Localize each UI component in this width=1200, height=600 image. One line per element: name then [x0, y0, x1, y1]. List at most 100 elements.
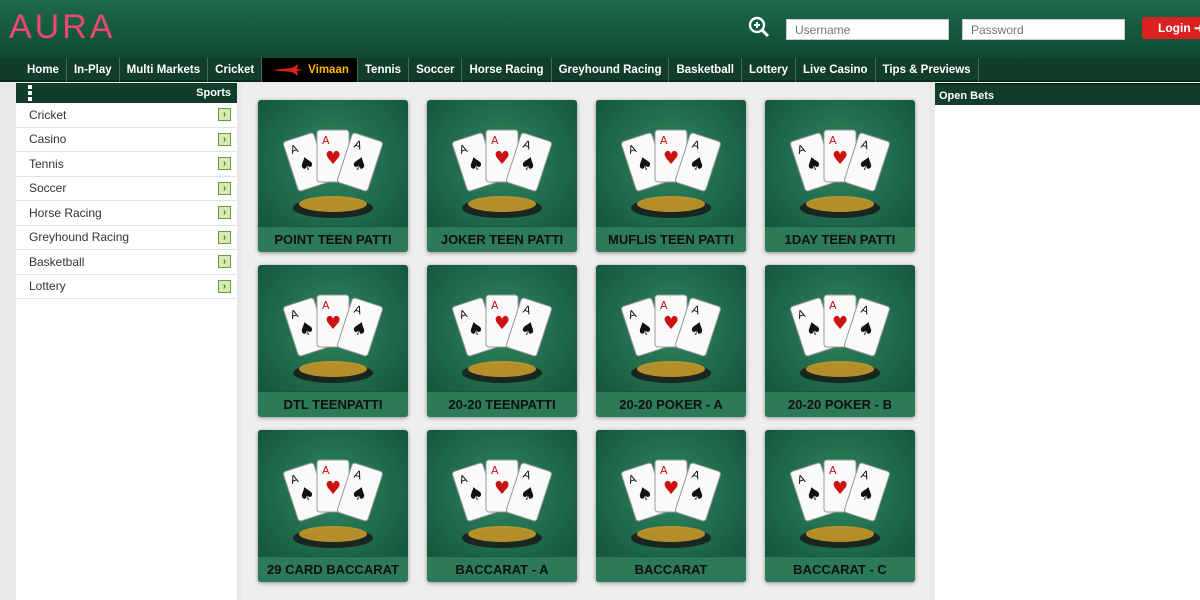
nav-in-play[interactable]: In-Play: [67, 58, 120, 82]
svg-text:♥: ♥: [832, 313, 848, 334]
chevron-right-icon: ›: [218, 279, 231, 293]
svg-text:♥: ♥: [832, 478, 848, 499]
nav-live-casino[interactable]: Live Casino: [796, 58, 876, 82]
chevron-right-icon: ›: [218, 181, 231, 195]
svg-text:A: A: [829, 299, 837, 312]
sidebar-item-cricket[interactable]: Cricket ›: [16, 103, 237, 128]
nav-vimaan[interactable]: Vimaan: [262, 58, 358, 82]
sidebar-header: Sports: [16, 83, 237, 103]
logo[interactable]: AURA: [9, 8, 115, 47]
nav-greyhound-racing[interactable]: Greyhound Racing: [552, 58, 670, 82]
sidebar-item-tennis[interactable]: Tennis ›: [16, 152, 237, 177]
sidebar-title: Sports: [196, 87, 231, 99]
svg-text:♥: ♥: [663, 148, 679, 169]
open-bets-panel: Open Bets: [935, 83, 1200, 600]
game-tile[interactable]: A ♠ A ♥ A ♠ BACCARAT: [596, 430, 746, 582]
game-label: 20-20 POKER - B: [765, 391, 915, 417]
sidebar-item-label: Soccer: [29, 181, 67, 196]
username-input[interactable]: [786, 19, 949, 40]
sidebar-item-horse-racing[interactable]: Horse Racing ›: [16, 201, 237, 226]
svg-text:A: A: [491, 299, 499, 312]
main-nav: Home In-Play Multi Markets Cricket Vimaa…: [0, 58, 1200, 82]
sports-sidebar: Sports Cricket › Casino › Tennis › Soccer › …: [16, 83, 237, 600]
login-button[interactable]: Login ➜: [1142, 17, 1200, 39]
point-cards-icon: A♠A♥A♠: [283, 129, 383, 218]
game-tile[interactable]: A ♠ A ♥ A ♠ BACCARAT - C: [765, 430, 915, 582]
2020-teenpatti-icon: A♠A♥A♠: [452, 294, 552, 383]
nav-lottery[interactable]: Lottery: [742, 58, 796, 82]
svg-text:♥: ♥: [663, 478, 679, 499]
oneday-cards-icon: A♠A♥A♠: [790, 129, 890, 218]
dtl-cards-icon: A♠A♥A♠: [283, 294, 383, 383]
chevron-right-icon: ›: [218, 157, 231, 170]
sidebar-item-label: Basketball: [29, 254, 85, 269]
sidebar-item-basketball[interactable]: Basketball ›: [16, 250, 237, 275]
casino-grid: A ♠ A ♥ A ♠ POINT TEEN PATTI A ♠ A ♥ A ♠ JOKER TEEN P…: [243, 83, 929, 600]
chevron-right-icon: ›: [218, 230, 231, 244]
svg-text:♥: ♥: [325, 148, 341, 169]
svg-text:A: A: [322, 134, 330, 147]
password-input[interactable]: [962, 19, 1125, 40]
poker-chip-icon: A♠A♥A♠: [790, 294, 890, 383]
login-label: Login: [1158, 21, 1191, 35]
game-tile[interactable]: A ♠ A ♥ A ♠ 20-20 POKER - B: [765, 265, 915, 417]
game-tile[interactable]: A ♠ A ♥ A ♠ BACCARAT - A: [427, 430, 577, 582]
menu-icon[interactable]: [28, 85, 32, 101]
nav-tennis[interactable]: Tennis: [358, 58, 410, 82]
svg-text:♥: ♥: [494, 478, 510, 499]
game-label: 20-20 TEENPATTI: [427, 391, 577, 417]
svg-text:A: A: [660, 134, 668, 147]
game-tile[interactable]: A ♠ A ♥ A ♠ POINT TEEN PATTI: [258, 100, 408, 252]
svg-text:A: A: [660, 464, 668, 477]
game-label: JOKER TEEN PATTI: [427, 226, 577, 252]
svg-text:A: A: [829, 134, 837, 147]
nav-home[interactable]: Home: [20, 58, 67, 82]
nav-cricket[interactable]: Cricket: [208, 58, 263, 82]
29-card-icon: A♠A♥A♠: [283, 459, 383, 548]
nav-multi-markets[interactable]: Multi Markets: [120, 58, 209, 82]
chevron-right-icon: ›: [218, 206, 231, 219]
svg-text:♥: ♥: [494, 148, 510, 169]
game-label: DTL TEENPATTI: [258, 391, 408, 417]
game-tile[interactable]: A ♠ A ♥ A ♠ 20-20 POKER - A: [596, 265, 746, 417]
baccarat-crown-icon: A♠A♥A♠: [621, 459, 721, 548]
svg-text:A: A: [491, 464, 499, 477]
search-icon[interactable]: [748, 16, 770, 38]
login-arrow-icon: ➜: [1194, 21, 1200, 35]
nav-horse-racing[interactable]: Horse Racing: [462, 58, 552, 82]
sidebar-item-greyhound-racing[interactable]: Greyhound Racing ›: [16, 226, 237, 250]
game-tile[interactable]: A ♠ A ♥ A ♠ JOKER TEEN PATTI: [427, 100, 577, 252]
chevron-right-icon: ›: [218, 255, 231, 268]
svg-text:A: A: [660, 299, 668, 312]
sidebar-item-label: Tennis: [29, 156, 64, 171]
sidebar-item-casino[interactable]: Casino ›: [16, 128, 237, 152]
game-label: 1DAY TEEN PATTI: [765, 226, 915, 252]
muflis-cards-icon: A♠A♥A♠: [621, 129, 721, 218]
game-tile[interactable]: A ♠ A ♥ A ♠ 20-20 TEENPATTI: [427, 265, 577, 417]
svg-text:♥: ♥: [325, 478, 341, 499]
nav-basketball[interactable]: Basketball: [669, 58, 742, 82]
nav-tips-previews[interactable]: Tips & Previews: [876, 58, 979, 82]
game-tile[interactable]: A ♠ A ♥ A ♠ DTL TEENPATTI: [258, 265, 408, 417]
baccarat-c-icon: A♠A♥A♠: [790, 459, 890, 548]
game-label: BACCARAT - A: [427, 556, 577, 582]
svg-text:♥: ♥: [494, 313, 510, 334]
svg-text:A: A: [829, 464, 837, 477]
chevron-right-icon: ›: [218, 132, 231, 146]
poker-logo-icon: A♠A♥A♠: [621, 294, 721, 383]
game-tile[interactable]: A ♠ A ♥ A ♠ 29 CARD BACCARAT: [258, 430, 408, 582]
game-label: 29 CARD BACCARAT: [258, 556, 408, 582]
game-label: BACCARAT: [596, 556, 746, 582]
sidebar-item-soccer[interactable]: Soccer ›: [16, 177, 237, 201]
game-label: POINT TEEN PATTI: [258, 226, 408, 252]
sidebar-item-label: Cricket: [29, 107, 67, 122]
game-label: MUFLIS TEEN PATTI: [596, 226, 746, 252]
nav-soccer[interactable]: Soccer: [409, 58, 463, 82]
vimaan-label: Vimaan: [308, 64, 349, 76]
baccarat-a-icon: A♠A♥A♠: [452, 459, 552, 548]
plane-icon: [271, 64, 304, 76]
sidebar-item-label: Casino: [29, 132, 67, 147]
game-tile[interactable]: A ♠ A ♥ A ♠ 1DAY TEEN PATTI: [765, 100, 915, 252]
sidebar-item-lottery[interactable]: Lottery ›: [16, 275, 237, 299]
game-tile[interactable]: A ♠ A ♥ A ♠ MUFLIS TEEN PATTI: [596, 100, 746, 252]
